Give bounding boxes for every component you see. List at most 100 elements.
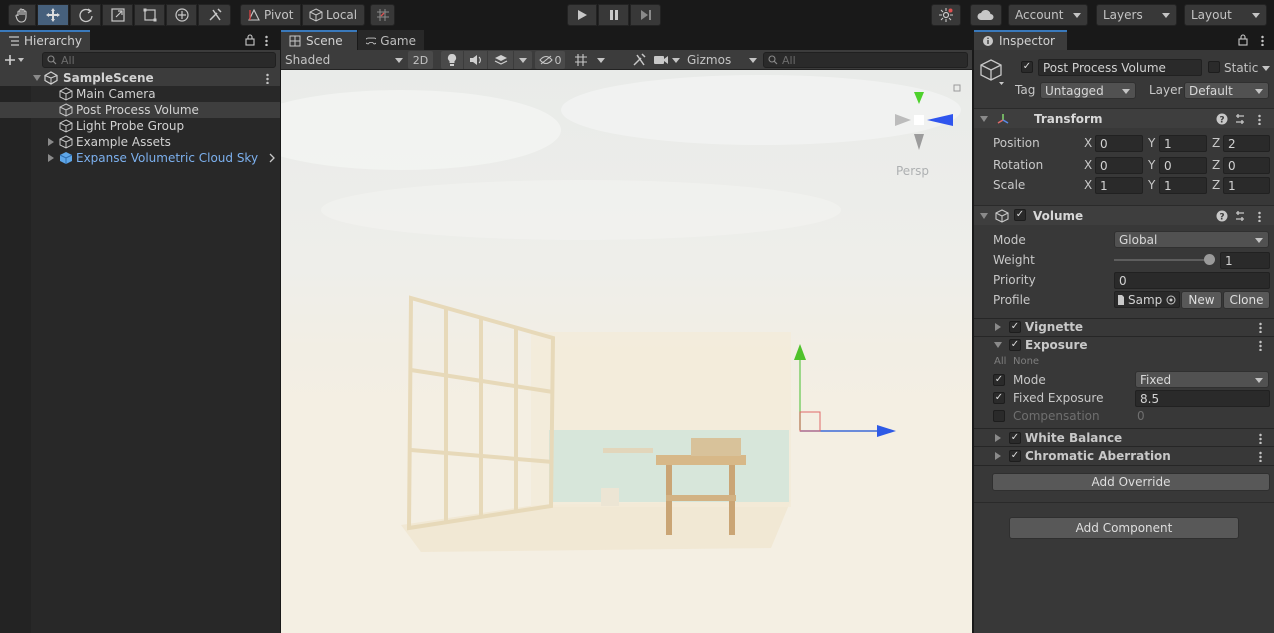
- hierarchy-item-example-assets[interactable]: Example Assets: [0, 134, 280, 150]
- scene-row[interactable]: SampleScene: [0, 70, 280, 86]
- position-y-field[interactable]: 1: [1159, 135, 1207, 152]
- expand-arrow-icon[interactable]: [995, 434, 1001, 442]
- kebab-menu-icon[interactable]: [1261, 35, 1264, 46]
- kebab-menu-icon[interactable]: [1259, 322, 1262, 333]
- priority-field[interactable]: 0: [1114, 272, 1270, 289]
- position-z-field[interactable]: 2: [1223, 135, 1270, 152]
- kebab-menu-icon[interactable]: [1259, 451, 1262, 462]
- grid-dropdown[interactable]: [593, 51, 609, 69]
- expand-arrow-icon[interactable]: [995, 323, 1001, 331]
- fixed-exposure-checkbox[interactable]: ✓: [993, 392, 1005, 404]
- tab-hierarchy[interactable]: Hierarchy: [0, 30, 90, 50]
- effects-toggle[interactable]: [488, 51, 513, 69]
- kebab-menu-icon[interactable]: [1259, 340, 1262, 351]
- shading-mode-dropdown[interactable]: Shaded: [285, 51, 403, 69]
- rotation-y-field[interactable]: 0: [1159, 157, 1207, 174]
- scene-viewport[interactable]: Persp: [281, 70, 972, 633]
- transform-header[interactable]: Transform ?: [974, 108, 1274, 128]
- audio-toggle[interactable]: [464, 51, 487, 69]
- fixed-exposure-field[interactable]: 8.5: [1135, 390, 1270, 407]
- kebab-menu-icon[interactable]: [1258, 211, 1261, 222]
- position-x-field[interactable]: 0: [1095, 135, 1143, 152]
- object-picker-icon[interactable]: [1166, 295, 1176, 305]
- pivot-toggle[interactable]: Pivot: [240, 4, 301, 26]
- scene-tools-button[interactable]: [629, 51, 649, 69]
- chevron-right-icon[interactable]: [268, 153, 276, 163]
- override-chromatic-aberration[interactable]: ✓ Chromatic Aberration: [974, 446, 1274, 466]
- custom-tool-button[interactable]: [198, 4, 231, 26]
- layout-dropdown[interactable]: Layout: [1184, 4, 1267, 26]
- layer-dropdown[interactable]: Default: [1184, 82, 1269, 99]
- mode-override-checkbox[interactable]: ✓: [993, 374, 1005, 386]
- rotate-tool-button[interactable]: [70, 4, 101, 26]
- override-exposure[interactable]: ✓ Exposure: [974, 335, 1274, 355]
- expand-arrow-icon[interactable]: [33, 75, 41, 81]
- help-icon[interactable]: ?: [1216, 113, 1228, 125]
- hierarchy-item-main-camera[interactable]: Main Camera: [0, 86, 280, 102]
- hierarchy-item-light-probe-group[interactable]: Light Probe Group: [0, 118, 280, 134]
- move-tool-button[interactable]: [37, 4, 69, 26]
- scale-tool-button[interactable]: [102, 4, 133, 26]
- kebab-menu-icon[interactable]: [265, 35, 268, 46]
- object-name-field[interactable]: Post Process Volume: [1038, 59, 1202, 76]
- kebab-menu-icon[interactable]: [1258, 114, 1261, 125]
- cloud-button[interactable]: [970, 4, 1002, 26]
- volume-header[interactable]: ✓ Volume ?: [974, 205, 1274, 225]
- exposure-mode-dropdown[interactable]: Fixed: [1135, 371, 1269, 388]
- compensation-checkbox[interactable]: [993, 410, 1005, 422]
- static-checkbox[interactable]: [1208, 61, 1220, 73]
- help-icon[interactable]: ?: [1216, 210, 1228, 222]
- rotation-z-field[interactable]: 0: [1223, 157, 1270, 174]
- 2d-toggle[interactable]: 2D: [408, 51, 433, 69]
- weight-field[interactable]: 1: [1220, 252, 1270, 269]
- collapse-arrow-icon[interactable]: [980, 116, 988, 122]
- camera-dropdown[interactable]: [653, 51, 683, 69]
- lighting-toggle[interactable]: [441, 51, 463, 69]
- scene-search-input[interactable]: All: [763, 52, 968, 68]
- chromatic-aberration-checkbox[interactable]: ✓: [1009, 450, 1021, 462]
- volume-enabled-checkbox[interactable]: ✓: [1014, 209, 1026, 221]
- override-all-link[interactable]: All: [994, 356, 1006, 367]
- scale-y-field[interactable]: 1: [1159, 177, 1207, 194]
- add-override-button[interactable]: Add Override: [992, 473, 1270, 491]
- preset-icon[interactable]: [1234, 113, 1246, 125]
- add-component-button[interactable]: Add Component: [1009, 517, 1239, 539]
- persp-label[interactable]: Persp: [896, 164, 929, 178]
- tab-inspector[interactable]: Inspector: [974, 30, 1067, 50]
- active-checkbox[interactable]: ✓: [1021, 61, 1033, 73]
- weight-slider-track[interactable]: [1114, 259, 1212, 261]
- tab-scene[interactable]: Scene: [281, 30, 357, 50]
- expand-arrow-icon[interactable]: [48, 154, 54, 162]
- collapse-arrow-icon[interactable]: [980, 213, 988, 219]
- tag-dropdown[interactable]: Untagged: [1040, 82, 1136, 99]
- scale-x-field[interactable]: 1: [1095, 177, 1143, 194]
- profile-new-button[interactable]: New: [1181, 291, 1222, 309]
- weight-slider-thumb[interactable]: [1204, 254, 1215, 265]
- rect-tool-button[interactable]: [134, 4, 165, 26]
- pause-button[interactable]: [598, 4, 629, 26]
- play-button[interactable]: [567, 4, 597, 26]
- white-balance-checkbox[interactable]: ✓: [1009, 432, 1021, 444]
- profile-clone-button[interactable]: Clone: [1223, 291, 1270, 309]
- gizmos-dropdown[interactable]: Gizmos: [687, 51, 757, 69]
- rotation-x-field[interactable]: 0: [1095, 157, 1143, 174]
- transform-tool-button[interactable]: [166, 4, 197, 26]
- step-button[interactable]: [630, 4, 661, 26]
- profile-object-field[interactable]: Samp: [1114, 291, 1180, 308]
- hidden-objects-toggle[interactable]: 0: [535, 51, 565, 69]
- effects-dropdown[interactable]: [514, 51, 532, 69]
- create-button[interactable]: [4, 51, 30, 69]
- collapse-arrow-icon[interactable]: [994, 342, 1002, 348]
- expand-arrow-icon[interactable]: [995, 452, 1001, 460]
- kebab-menu-icon[interactable]: [266, 73, 269, 84]
- preset-icon[interactable]: [1234, 210, 1246, 222]
- static-dropdown[interactable]: Static: [1224, 59, 1270, 76]
- exposure-checkbox[interactable]: ✓: [1009, 339, 1021, 351]
- override-white-balance[interactable]: ✓ White Balance: [974, 428, 1274, 448]
- layers-dropdown[interactable]: Layers: [1096, 4, 1177, 26]
- hierarchy-search-input[interactable]: All: [42, 52, 276, 68]
- hierarchy-item-expanse-cloud-sky[interactable]: Expanse Volumetric Cloud Sky: [0, 150, 280, 166]
- grid-snap-button[interactable]: [370, 4, 395, 26]
- override-none-link[interactable]: None: [1013, 356, 1039, 367]
- account-dropdown[interactable]: Account: [1008, 4, 1088, 26]
